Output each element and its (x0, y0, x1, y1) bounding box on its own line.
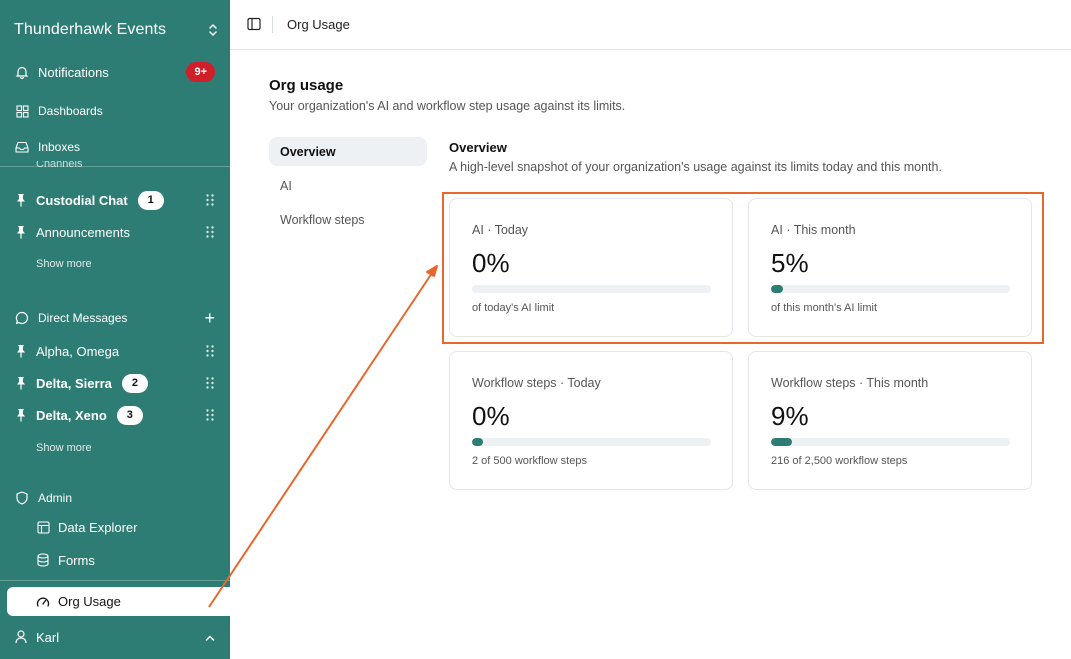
sidebar-divider (0, 580, 230, 581)
channels-show-more[interactable]: Show more (36, 258, 92, 270)
dm-label: Delta, Sierra (36, 375, 112, 391)
workspace-switcher[interactable]: Thunderhawk Events (14, 20, 219, 40)
page-title: Org usage (269, 77, 344, 94)
dms-show-more[interactable]: Show more (36, 442, 92, 454)
dm-item[interactable]: Alpha, Omega (14, 340, 219, 362)
pin-icon (14, 408, 28, 422)
unread-count-badge: 3 (116, 405, 143, 425)
sidebar-divider (0, 166, 230, 167)
card-label: Workflow steps · Today (472, 376, 601, 390)
usage-card-workflow-today: Workflow steps · Today 0% 2 of 500 workf… (449, 351, 733, 490)
card-label: Workflow steps · This month (771, 376, 929, 390)
progress-bar (472, 438, 711, 446)
unread-count-badge: 2 (121, 373, 148, 393)
user-icon (14, 630, 28, 644)
channel-label: Announcements (36, 224, 130, 240)
drag-handle-icon[interactable] (205, 376, 215, 390)
chevrons-updown-icon (207, 22, 219, 38)
nav-inboxes[interactable]: Inboxes (14, 136, 219, 158)
card-note: 216 of 2,500 workflow steps (771, 455, 908, 467)
tab-workflow-steps[interactable]: Workflow steps (269, 205, 427, 234)
direct-messages-label: Direct Messages (38, 311, 128, 325)
top-bar: Org Usage (230, 0, 1071, 50)
nav-dashboards[interactable]: Dashboards (14, 100, 219, 122)
card-note: 2 of 500 workflow steps (472, 455, 587, 467)
admin-item-label: Data Explorer (58, 519, 138, 535)
card-value: 0% (472, 401, 510, 431)
inbox-icon (14, 139, 30, 155)
pin-icon (14, 193, 28, 207)
channel-item[interactable]: Announcements (14, 221, 219, 243)
card-value: 9% (771, 401, 809, 431)
admin-item-org-usage[interactable]: Org Usage (7, 587, 230, 616)
unread-count-badge: 1 (137, 190, 164, 210)
nav-notifications-label: Notifications (38, 64, 109, 80)
nav-notifications[interactable]: Notifications 9+ (14, 61, 219, 83)
workspace-name: Thunderhawk Events (14, 21, 167, 38)
tab-overview[interactable]: Overview (269, 137, 427, 166)
shield-icon (14, 490, 30, 506)
usage-card-workflow-month: Workflow steps · This month 9% 216 of 2,… (748, 351, 1032, 490)
sidebar: Thunderhawk Events Notifications 9+ Dash… (0, 0, 230, 659)
admin-item-data-explorer[interactable]: Data Explorer (36, 516, 216, 538)
pin-icon (14, 344, 28, 358)
pin-icon (14, 376, 28, 390)
drag-handle-icon[interactable] (205, 408, 215, 422)
admin-item-forms[interactable]: Forms (36, 549, 216, 571)
sidebar-toggle-icon[interactable] (247, 17, 261, 31)
dm-item[interactable]: Delta, Sierra 2 (14, 372, 219, 394)
breadcrumb-title: Org Usage (287, 17, 350, 32)
dm-label: Delta, Xeno (36, 407, 107, 423)
annotation-highlight-box (442, 192, 1044, 344)
drag-handle-icon[interactable] (205, 193, 215, 207)
direct-messages-header: Direct Messages + (14, 307, 219, 329)
page-subtitle: Your organization's AI and workflow step… (269, 99, 626, 113)
gauge-icon (36, 595, 50, 609)
plus-icon[interactable]: + (204, 309, 215, 327)
dm-item[interactable]: Delta, Xeno 3 (14, 404, 219, 426)
drag-handle-icon[interactable] (205, 225, 215, 239)
admin-header: Admin (14, 487, 219, 509)
channel-label: Custodial Chat (36, 192, 128, 208)
channel-item[interactable]: Custodial Chat 1 (14, 189, 219, 211)
progress-bar (771, 438, 1010, 446)
drag-handle-icon[interactable] (205, 344, 215, 358)
pin-icon (14, 225, 28, 239)
user-name: Karl (36, 629, 60, 645)
admin-label: Admin (38, 491, 73, 505)
user-menu[interactable]: Karl (14, 627, 219, 647)
chat-bubble-icon (14, 310, 30, 326)
usage-tabs: Overview AI Workflow steps (269, 137, 427, 239)
table-icon (36, 520, 50, 534)
nav-inboxes-label: Inboxes (38, 140, 81, 154)
admin-item-label: Org Usage (58, 594, 121, 609)
bell-icon (14, 64, 30, 80)
topbar-divider (272, 16, 273, 33)
grid-icon (14, 103, 30, 119)
overview-title: Overview (449, 140, 507, 155)
notifications-badge: 9+ (186, 62, 215, 82)
tab-ai[interactable]: AI (269, 171, 427, 200)
overview-subtitle: A high-level snapshot of your organizati… (449, 160, 942, 174)
chevron-up-icon (205, 630, 215, 645)
progress-fill (472, 438, 483, 446)
database-icon (36, 553, 50, 567)
nav-dashboards-label: Dashboards (38, 104, 103, 118)
admin-item-label: Forms (58, 552, 95, 568)
progress-fill (771, 438, 792, 446)
dm-label: Alpha, Omega (36, 343, 120, 359)
